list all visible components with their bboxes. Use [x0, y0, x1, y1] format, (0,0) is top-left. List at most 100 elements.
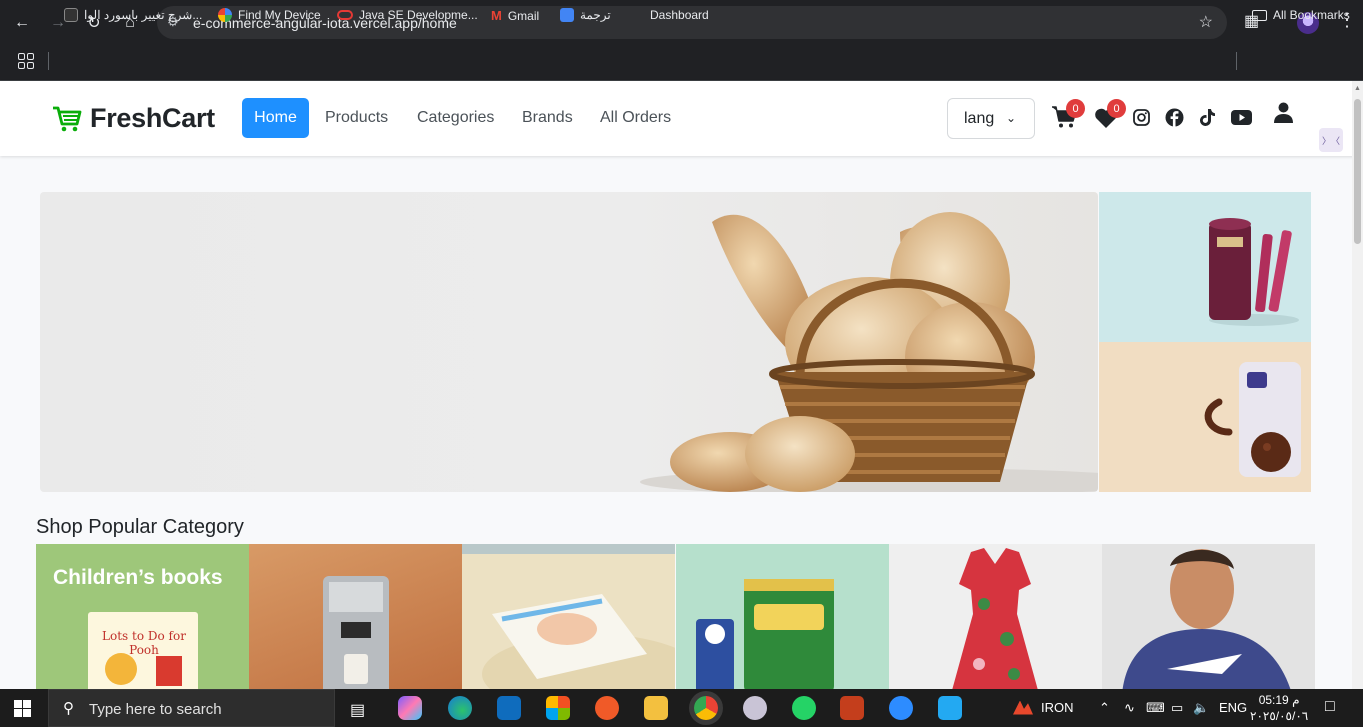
search-icon: ⚲ — [63, 700, 74, 717]
all-bookmarks[interactable]: All Bookmarks — [1252, 8, 1350, 22]
bookmark-gmail[interactable]: M Gmail — [491, 8, 539, 23]
category-card-electronics[interactable] — [249, 544, 462, 689]
section-title: Shop Popular Category — [36, 516, 244, 538]
bookmark-dashboard[interactable]: Dashboard — [650, 8, 709, 22]
nav-categories[interactable]: Categories — [417, 109, 494, 127]
bookmark-label: شرح تغيير باسورد الوا... — [84, 8, 203, 22]
nav-products[interactable]: Products — [325, 109, 388, 127]
search-placeholder: Type here to search — [89, 701, 222, 718]
browser-toolbar: ← → ↻ ⌂ ⚙ e-commerce-angular-iota.vercel… — [0, 0, 1363, 45]
site-logo[interactable]: FreshCart — [52, 103, 215, 134]
bookmark-favicon — [64, 8, 78, 22]
hero-side-image-wafer-rolls[interactable] — [1099, 192, 1311, 342]
wifi-icon[interactable]: ∿ — [1124, 700, 1135, 716]
ime-icon[interactable]: ⌨ — [1146, 700, 1165, 716]
chrome-icon[interactable] — [694, 696, 718, 720]
lang-select[interactable]: lang ⌄ — [947, 98, 1035, 139]
bookmarks-bar — [0, 45, 1363, 81]
nav-brands[interactable]: Brands — [522, 109, 573, 127]
scroll-thumb[interactable] — [1354, 99, 1361, 244]
page-scrollbar[interactable]: ▲ — [1352, 81, 1363, 689]
notifications-icon[interactable]: □ — [1325, 698, 1335, 716]
powerpoint-icon[interactable] — [840, 696, 864, 720]
windows-taskbar: ⚲ Type here to search ▤ IRON ⌃ ∿ ⌨ ▭ 🔈 E… — [0, 689, 1363, 727]
cart-count-badge: 0 — [1066, 99, 1085, 118]
bookmarks-separator — [1236, 52, 1237, 70]
user-icon[interactable] — [1274, 102, 1293, 128]
find-my-device-icon — [218, 8, 232, 22]
scroll-up-icon[interactable]: ▲ — [1354, 85, 1361, 92]
wishlist-count-badge: 0 — [1107, 99, 1126, 118]
back-icon[interactable]: ← — [10, 11, 34, 35]
tiktok-icon[interactable] — [1200, 108, 1216, 132]
nav-home[interactable]: Home — [242, 98, 309, 138]
category-card-childrens-books[interactable]: Children’s books Lots to Do for Pooh — [36, 544, 249, 689]
diaper-pack-illustration — [462, 544, 675, 689]
dress-illustration — [952, 548, 1038, 689]
coffee-machine-illustration — [323, 576, 389, 689]
category-label: Children’s books — [53, 566, 223, 589]
hero-slider-image[interactable] — [40, 192, 1098, 492]
tray-chevron-up-icon[interactable]: ⌃ — [1099, 700, 1110, 716]
category-card-baby-toys[interactable] — [462, 544, 675, 689]
postman-icon[interactable] — [595, 696, 619, 720]
volume-icon[interactable]: 🔈 — [1193, 700, 1209, 716]
hero-side-image-biscuits[interactable] — [1099, 342, 1311, 492]
wafer-rolls-illustration — [1209, 218, 1299, 326]
folder-icon — [1252, 9, 1267, 21]
biscuit-pack-illustration — [1204, 362, 1301, 477]
translate-icon — [560, 8, 574, 22]
floating-devtools-tab[interactable]: 〉〈 — [1319, 128, 1343, 152]
all-bookmarks-label: All Bookmarks — [1273, 8, 1350, 22]
whatsapp-icon[interactable] — [792, 696, 816, 720]
outlook-icon[interactable] — [497, 696, 521, 720]
bookmark-find-my-device[interactable]: Find My Device — [218, 8, 321, 22]
windows-start-icon[interactable] — [14, 700, 31, 717]
iron-indicator[interactable]: IRON — [1013, 700, 1074, 715]
bread-basket-illustration — [640, 212, 1098, 492]
clock[interactable]: 05:19 م ٢٠٢٥/٠٥/٠٦ — [1250, 692, 1308, 724]
zoom-icon[interactable] — [889, 696, 913, 720]
youtube-icon[interactable] — [1231, 110, 1252, 130]
vscode-icon[interactable] — [938, 696, 962, 720]
bookmark-java-se[interactable]: Java SE Developme... — [337, 8, 478, 22]
category-card-supermarket[interactable] — [676, 544, 889, 689]
taskbar-search[interactable]: ⚲ Type here to search — [48, 689, 335, 727]
gmail-icon: M — [491, 8, 502, 23]
clock-date: ٢٠٢٥/٠٥/٠٦ — [1250, 709, 1309, 723]
paint-icon[interactable] — [743, 696, 767, 720]
bookmark-translate[interactable]: ترجمة — [560, 8, 611, 22]
instagram-icon[interactable] — [1133, 109, 1150, 131]
chevron-down-icon: ⌄ — [1005, 111, 1016, 125]
bookmark-label: Find My Device — [238, 8, 321, 22]
oracle-icon — [337, 10, 353, 20]
bookmark-label: Java SE Developme... — [359, 8, 478, 22]
clock-time: 05:19 م — [1258, 693, 1300, 707]
iron-label: IRON — [1041, 700, 1074, 715]
bookmark-label: Gmail — [507, 8, 540, 23]
facebook-icon[interactable] — [1165, 108, 1184, 132]
edge-icon[interactable] — [448, 696, 472, 720]
category-card-mens-fashion[interactable] — [1102, 544, 1315, 689]
task-view-icon[interactable]: ▤ — [350, 700, 365, 720]
logo-text: FreshCart — [90, 103, 215, 133]
category-card-womens-fashion[interactable] — [889, 544, 1102, 689]
apps-grid-icon[interactable] — [18, 53, 34, 69]
lang-label: lang — [964, 110, 995, 127]
bookmark-label: ترجمة — [580, 8, 611, 22]
input-language[interactable]: ENG — [1219, 700, 1247, 715]
site-navbar: FreshCart Home Products Categories Brand… — [0, 81, 1363, 156]
copilot-icon[interactable] — [398, 696, 422, 720]
battery-icon[interactable]: ▭ — [1171, 700, 1183, 716]
file-explorer-icon[interactable] — [644, 696, 668, 720]
man-hoodie-illustration — [1122, 549, 1291, 689]
bookmark-label: Dashboard — [650, 8, 709, 22]
store-icon[interactable] — [546, 696, 570, 720]
bookmark-whatsapp-password[interactable]: شرح تغيير باسورد الوا... — [64, 8, 202, 22]
iron-chart-icon — [1013, 700, 1033, 715]
bookmarks-separator — [48, 52, 49, 70]
cart-logo-icon — [53, 106, 82, 131]
groceries-illustration — [696, 579, 834, 689]
bookmark-star-icon[interactable]: ☆ — [1199, 12, 1213, 32]
nav-all-orders[interactable]: All Orders — [600, 109, 671, 127]
